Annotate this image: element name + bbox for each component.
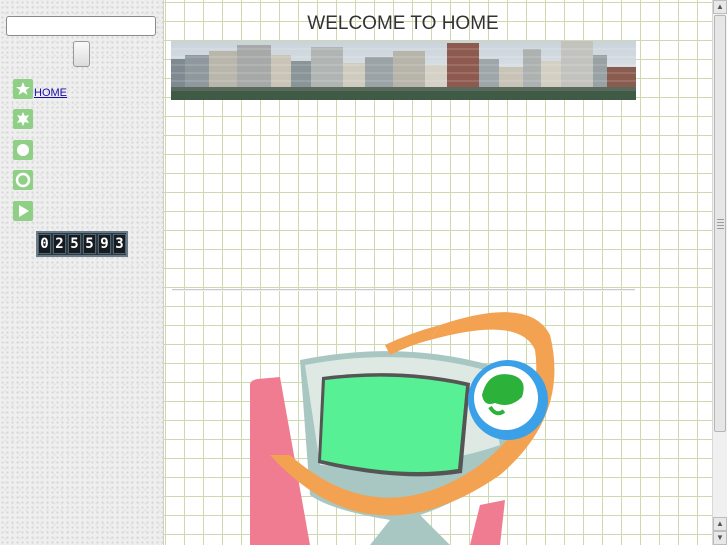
grip-line: [717, 219, 724, 220]
counter-digit: 5: [83, 234, 96, 254]
scroll-up-arrow-icon[interactable]: ▲: [713, 0, 727, 14]
grip-line: [717, 222, 724, 223]
vertical-scrollbar[interactable]: ▲ ▲ ▼: [712, 0, 727, 545]
divider: [172, 289, 635, 291]
scroll-up-arrow-icon[interactable]: ▲: [713, 517, 727, 531]
grip-line: [717, 225, 724, 226]
nav-item-5[interactable]: [13, 199, 52, 221]
counter-digit: 5: [68, 234, 81, 254]
search-button[interactable]: [73, 41, 90, 67]
counter-digit: 3: [113, 234, 126, 254]
grip-line: [717, 228, 724, 229]
visitor-counter: 0 2 5 5 9 3: [36, 231, 128, 257]
sidebar: HOME 0 2 5 5 9 3: [0, 0, 164, 545]
main-content: WELCOME TO HOME: [164, 0, 712, 545]
counter-digit: 9: [98, 234, 111, 254]
scroll-down-arrow-icon[interactable]: ▼: [713, 531, 727, 545]
nav-item-home[interactable]: HOME: [13, 77, 67, 99]
nav-item-4[interactable]: [13, 168, 52, 190]
star-badge-icon: [13, 79, 33, 99]
ring-badge-icon: [13, 170, 33, 190]
search-input[interactable]: [6, 16, 156, 36]
city-skyline-banner: [171, 41, 636, 100]
play-badge-icon: [13, 201, 33, 221]
page-title: WELCOME TO HOME: [307, 13, 499, 34]
nav-item-3[interactable]: [13, 138, 52, 160]
counter-digit: 0: [38, 234, 51, 254]
counter-digit: 2: [53, 234, 66, 254]
star-badge-icon: [13, 109, 33, 129]
circle-badge-icon: [13, 140, 33, 160]
scrollbar-thumb[interactable]: [714, 15, 726, 432]
nav-label-home: HOME: [34, 87, 67, 99]
nav-item-2[interactable]: [13, 107, 52, 129]
computer-globe-illustration: [250, 312, 555, 545]
